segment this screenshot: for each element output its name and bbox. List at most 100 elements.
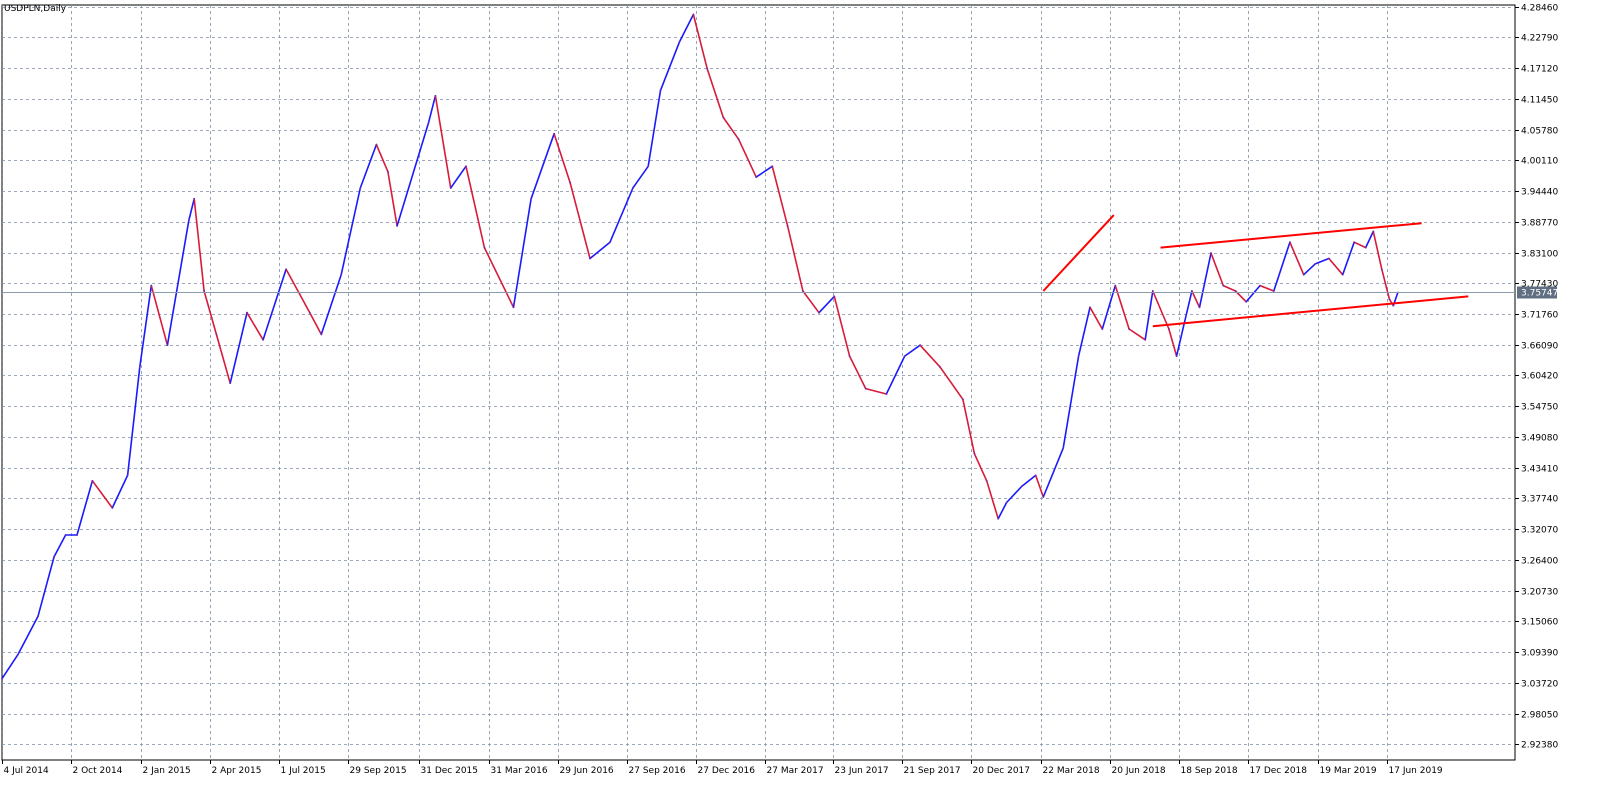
price-point [285,268,287,271]
y-tick-label: 3.09390 [1521,649,1558,659]
x-tick-label: 18 Sep 2018 [1181,766,1238,776]
y-tick-label: 3.66090 [1521,342,1558,352]
x-tick-label: 31 Mar 2016 [491,766,548,776]
price-point [1175,355,1178,357]
price-point [1034,474,1037,477]
price-point [706,67,709,70]
y-tick-label: 3.60420 [1521,372,1558,382]
price-point [985,479,988,482]
price-point [1062,447,1065,450]
price-point [1089,306,1091,309]
price-point [802,290,804,292]
price-point [1302,273,1305,276]
price-point [396,225,398,227]
price-point [111,507,114,509]
price-point [848,355,851,357]
price-point [1289,241,1291,244]
price-point [1210,252,1212,255]
y-tick-label: 3.32070 [1521,526,1558,536]
price-point [193,197,196,200]
symbol-label: USDPLN,Daily [4,4,67,14]
x-tick-label: 31 Dec 2015 [421,766,479,776]
price-point [1388,298,1391,300]
price-point [1314,263,1317,265]
y-tick-label: 4.00110 [1521,157,1558,167]
price-point [138,366,141,368]
price-point [1,677,3,680]
price-point [553,132,555,135]
price-point [126,474,129,477]
price-point [76,534,78,536]
y-tick-label: 3.20730 [1521,588,1558,598]
y-tick-label: 3.94440 [1521,188,1558,198]
y-tick-label: 4.05780 [1521,127,1558,137]
price-point [203,290,206,292]
price-point [1328,257,1330,260]
x-tick-label: 27 Sep 2016 [629,766,686,776]
price-point [187,219,190,222]
price-point [512,306,515,309]
x-tick-label: 19 Mar 2019 [1320,766,1377,776]
chart-window: 4.28460 4.22790 4.17120 4.11450 4.05780 4.001… [0,0,1600,797]
price-point [692,13,695,16]
price-point [215,333,218,336]
price-point [1168,328,1170,330]
price-point [659,89,662,92]
price-point [864,387,867,390]
x-tick-label: 27 Dec 2016 [698,766,756,776]
y-tick-label: 3.15060 [1521,618,1558,628]
x-tick-label: 20 Dec 2017 [973,766,1031,776]
y-tick-label: 3.37740 [1521,495,1558,505]
y-tick-label: 2.92380 [1521,741,1558,751]
price-point [375,143,378,146]
current-price-badge-label: 3.75747 [1521,289,1558,299]
price-point [939,366,941,368]
y-tick-label: 3.43410 [1521,465,1558,475]
price-point [1364,246,1367,249]
price-point [1353,241,1356,244]
price-point [1128,328,1130,330]
price-point [483,246,486,249]
price-point [1101,328,1104,330]
y-tick-label: 2.98050 [1521,711,1558,721]
price-point [449,187,452,189]
price-point [64,534,67,536]
price-point [919,344,921,347]
price-point [647,165,650,168]
x-tick-label: 2 Jan 2015 [143,766,191,776]
price-point [1245,300,1248,303]
price-point [885,393,888,395]
price-point [434,94,437,97]
price-point [53,555,55,558]
price-point [37,615,39,618]
y-tick-label: 3.88770 [1521,219,1558,229]
x-tick-label: 29 Jun 2016 [560,766,614,776]
price-point [1234,290,1237,292]
price-point [1259,284,1261,287]
price-point [1380,268,1383,271]
x-tick-label: 17 Jun 2019 [1389,766,1443,776]
price-point [903,355,906,357]
y-tick-label: 3.83100 [1521,250,1558,260]
price-point [17,653,19,656]
price-point [1198,306,1201,309]
price-point [833,295,836,298]
y-tick-label: 4.28460 [1521,4,1558,14]
price-point [427,122,430,124]
x-tick-label: 21 Sep 2017 [904,766,961,776]
price-point [340,273,343,276]
price-point [1021,485,1023,488]
price-point [1341,273,1344,276]
y-tick-label: 4.22790 [1521,34,1558,44]
x-tick-label: 2 Apr 2015 [212,766,262,776]
price-point [359,187,362,189]
x-tick-label: 4 Jul 2014 [4,766,49,776]
price-chart[interactable]: 4.28460 4.22790 4.17120 4.11450 4.05780 4.001… [0,0,1600,797]
y-tick-label: 4.11450 [1521,96,1558,106]
y-tick-label: 3.71760 [1521,311,1558,321]
price-point [1151,290,1154,292]
y-tick-label: 3.54750 [1521,403,1558,413]
chart-background [0,0,1600,797]
x-tick-label: 1 Jul 2015 [281,766,326,776]
x-tick-label: 29 Sep 2015 [350,766,407,776]
